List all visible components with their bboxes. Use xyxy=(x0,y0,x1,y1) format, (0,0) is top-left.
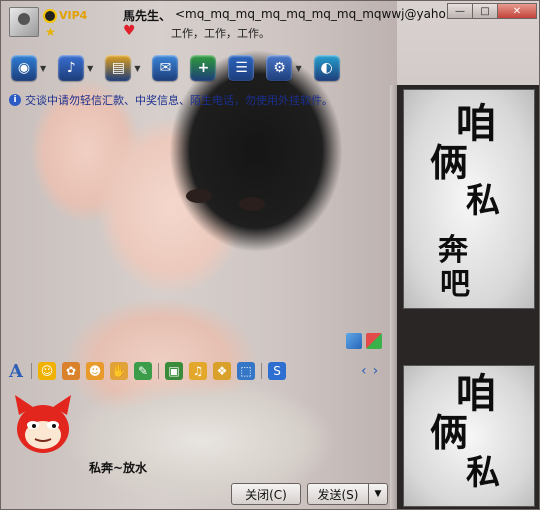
send-file-button[interactable]: ▤ ▼ xyxy=(105,55,140,81)
scroll-left-icon[interactable]: ‹ xyxy=(361,363,367,379)
window-controls: — □ ✕ xyxy=(447,3,537,19)
composer-input[interactable]: 私奔~放水 xyxy=(89,459,147,476)
image-icon[interactable]: ▣ xyxy=(165,362,183,380)
webcam-icon: ◉ xyxy=(11,55,37,81)
minimize-button[interactable]: — xyxy=(447,3,473,19)
pane-splitter[interactable] xyxy=(390,85,397,509)
contact-status: 工作，工作，工作。 xyxy=(171,27,270,40)
avatar[interactable] xyxy=(9,7,39,37)
voice-call-button[interactable]: ♪ ▼ xyxy=(58,55,93,81)
right-side-panel: 咱 俩 私 奔 吧 咱 俩 私 xyxy=(397,85,539,509)
sticker-char: 咱 xyxy=(456,101,496,147)
music-icon[interactable]: ♫ xyxy=(189,362,207,380)
fox-avatar-icon xyxy=(15,395,71,453)
send-message-button[interactable]: ✉ xyxy=(152,55,179,81)
toolbar-scroll: ‹ › xyxy=(361,363,384,379)
format-toolbar: A ☺ ✿ ☻ ✋ ✎ ▣ ♫ ❖ ⬚ S xyxy=(7,361,292,382)
security-notice: i 交谈中请勿轻信汇款、中奖信息、陌生电话，勿使用外挂软件。 xyxy=(9,92,333,108)
skin-palette-icon[interactable] xyxy=(366,333,382,349)
sticker-char: 奔 xyxy=(438,233,468,268)
thumbs-up-icon[interactable]: ✋ xyxy=(110,362,128,380)
send-options-button[interactable]: ▼ xyxy=(368,483,388,505)
maximize-button[interactable]: □ xyxy=(472,3,498,19)
send-button[interactable]: 发送(S) xyxy=(307,483,369,505)
remote-assist-button[interactable]: ☰ xyxy=(228,55,255,81)
sticker-card[interactable]: 咱 俩 私 xyxy=(403,365,535,507)
magic-emoticon-icon[interactable]: ✿ xyxy=(62,362,80,380)
toolbar-separator xyxy=(261,363,262,379)
photo-detail xyxy=(186,189,212,203)
title-bar: VIP4 ★ 馬先生、 <mq_mq_mq_mq_mq_mq_mq_mqwwj@… xyxy=(1,1,539,47)
add-group-icon: + xyxy=(190,55,217,81)
apps-icon: ⚙ xyxy=(266,55,293,81)
dropdown-arrow-icon[interactable]: ▼ xyxy=(295,64,301,73)
security-notice-text: 交谈中请勿轻信汇款、中奖信息、陌生电话，勿使用外挂软件。 xyxy=(25,94,333,107)
sticker-char: 私 xyxy=(466,453,500,493)
font-icon[interactable]: A xyxy=(7,361,25,382)
qq-penguin-icon xyxy=(43,9,57,23)
explore-button[interactable]: ◐ xyxy=(313,55,340,81)
app-menu-button[interactable]: ⚙ ▼ xyxy=(266,55,302,81)
sticker-char: 私 xyxy=(466,181,500,221)
create-group-button[interactable]: + xyxy=(190,55,217,81)
close-button[interactable]: 关闭(C) xyxy=(231,483,301,505)
sticker-char: 吧 xyxy=(440,267,470,302)
sticker-char: 咱 xyxy=(456,371,496,417)
screenshot-icon[interactable]: ⬚ xyxy=(237,362,255,380)
remote-desktop-icon: ☰ xyxy=(228,55,255,81)
main-toolbar: ◉ ▼ ♪ ▼ ▤ ▼ ✉ + ☰ ⚙ ▼ ◐ xyxy=(11,53,352,83)
sticker-card[interactable]: 咱 俩 私 奔 吧 xyxy=(403,89,535,309)
video-call-button[interactable]: ◉ ▼ xyxy=(11,55,46,81)
sticker-char: 俩 xyxy=(430,141,469,185)
face-icon[interactable]: ☻ xyxy=(86,362,104,380)
skin-tools xyxy=(346,333,386,349)
microphone-icon: ♪ xyxy=(58,55,85,81)
dropdown-arrow-icon[interactable]: ▼ xyxy=(134,64,140,73)
doodle-icon[interactable]: ✎ xyxy=(134,362,152,380)
shield-info-icon: i xyxy=(9,94,21,106)
star-icon: ★ xyxy=(45,25,56,39)
dropdown-arrow-icon[interactable]: ▼ xyxy=(87,64,93,73)
gift-icon[interactable]: ❖ xyxy=(213,362,231,380)
contact-name[interactable]: 馬先生、 xyxy=(123,7,171,24)
sogou-icon[interactable]: S xyxy=(268,362,286,380)
toolbar-separator xyxy=(31,363,32,379)
resize-icon[interactable] xyxy=(346,333,362,349)
toolbar-separator xyxy=(158,363,159,379)
dropdown-arrow-icon[interactable]: ▼ xyxy=(40,64,46,73)
heart-icon: ♥ xyxy=(123,23,136,39)
sticker-char: 俩 xyxy=(430,411,469,455)
scroll-right-icon[interactable]: › xyxy=(373,363,379,379)
contact-email: <mq_mq_mq_mq_mq_mq_mq_mqwwj@yaho... xyxy=(175,7,458,21)
folder-icon: ▤ xyxy=(105,55,132,81)
close-window-button[interactable]: ✕ xyxy=(497,3,537,19)
vip-badge[interactable]: VIP4 xyxy=(59,9,87,22)
globe-icon: ◐ xyxy=(313,55,340,81)
chat-window: VIP4 ★ 馬先生、 <mq_mq_mq_mq_mq_mq_mq_mqwwj@… xyxy=(0,0,540,510)
envelope-icon: ✉ xyxy=(152,55,179,81)
smiley-icon[interactable]: ☺ xyxy=(38,362,56,380)
photo-detail xyxy=(239,197,265,211)
